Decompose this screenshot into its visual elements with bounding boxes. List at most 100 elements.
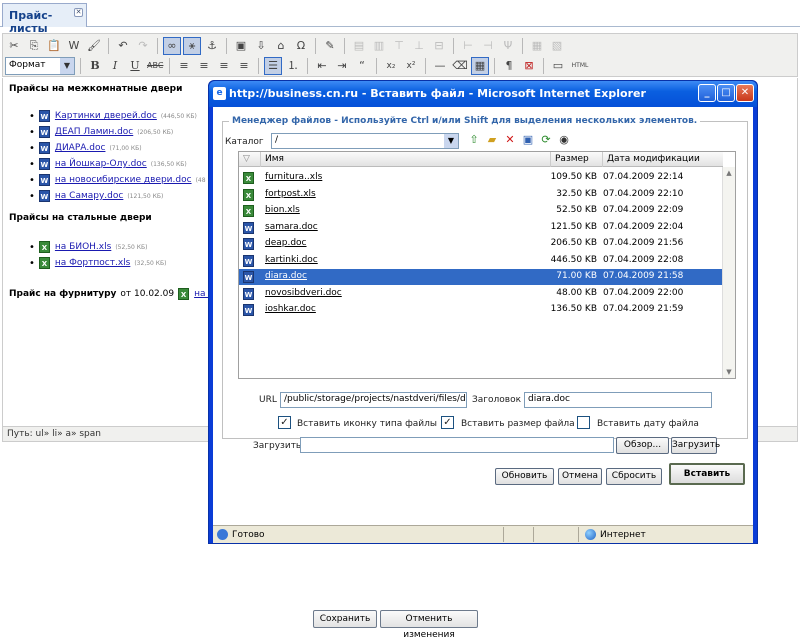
file-name[interactable]: fortpost.xls [265,189,316,199]
file-row[interactable]: Xbion.xls 52.50 KB 07.04.2009 22:09 [239,203,723,219]
underline-icon[interactable]: U [126,57,144,75]
html-source-icon[interactable]: HTML [569,57,591,75]
file-row[interactable]: Wdiara.doc 71.00 KB 07.04.2009 21:58 [239,269,723,285]
column-date[interactable]: Дата модификации [603,152,723,167]
file-name[interactable]: samara.doc [265,222,318,232]
insert-button[interactable]: Вставить [669,463,745,485]
file-name[interactable]: kartinki.doc [265,255,318,265]
insert-icon-checkbox[interactable]: ✓ [278,416,291,429]
maximize-icon[interactable]: □ [717,84,735,102]
outdent-icon[interactable]: ⇤ [313,57,331,75]
indent-icon[interactable]: ⇥ [333,57,351,75]
file-name[interactable]: bion.xls [265,205,300,215]
align-left-icon[interactable]: ≡ [175,57,193,75]
split-cells-icon[interactable]: ▦ [528,37,546,55]
view-icon[interactable]: ◉ [557,133,571,147]
undo-icon[interactable]: ↶ [114,37,132,55]
copy-icon[interactable]: ⎘ [25,37,43,55]
preview-icon[interactable]: ▭ [549,57,567,75]
col-before-icon[interactable]: ⊢ [459,37,477,55]
subscript-icon[interactable]: x₂ [382,57,400,75]
file-row[interactable]: Wdeap.doc 206.50 KB 07.04.2009 21:56 [239,236,723,252]
image-icon[interactable]: ▣ [232,37,250,55]
bold-icon[interactable]: B [86,57,104,75]
scroll-up-icon[interactable]: ▲ [723,167,735,179]
cancel-button[interactable]: Отмена [558,468,602,485]
new-folder-icon[interactable]: ▰ [485,133,499,147]
file-row[interactable]: Wsamara.doc 121.50 KB 07.04.2009 22:04 [239,220,723,236]
file-name[interactable]: deap.doc [265,238,307,248]
properties-icon[interactable]: ▣ [521,133,535,147]
horizontal-rule-icon[interactable]: — [431,57,449,75]
price-link[interactable]: на новосибирские двери.doc [55,175,192,185]
format-select[interactable]: Формат ▼ [5,57,75,75]
insert-date-checkbox[interactable] [577,416,590,429]
minimize-icon[interactable]: _ [698,84,716,102]
redo-icon[interactable]: ↷ [134,37,152,55]
price-link[interactable]: Картинки дверей.doc [55,111,157,121]
row-after-icon[interactable]: ⊥ [410,37,428,55]
reset-button[interactable]: Сбросить [606,468,662,485]
file-row[interactable]: Xfurnitura..xls 109.50 KB 07.04.2009 22:14 [239,170,723,186]
anchor-icon[interactable]: ⚓ [203,37,221,55]
unlink-icon[interactable]: ⚹ [183,37,201,55]
close-icon[interactable]: ✕ [736,84,754,102]
column-size[interactable]: Размер [551,152,603,167]
insert-size-checkbox[interactable]: ✓ [441,416,454,429]
bullet-list-icon[interactable]: ☰ [264,57,282,75]
align-justify-icon[interactable]: ≡ [235,57,253,75]
upload-button[interactable]: Загрузить [671,437,720,454]
price-link[interactable]: на Йошкар-Олу.doc [55,159,147,169]
eraser-icon[interactable]: ⌫ [451,57,469,75]
cut-icon[interactable]: ✂ [5,37,23,55]
align-center-icon[interactable]: ≡ [195,57,213,75]
close-icon[interactable]: ✕ [74,8,83,17]
price-link[interactable]: ДЕАП Ламин.doc [55,127,133,137]
tab-price-lists[interactable]: Прайс-листы ✕ [2,3,87,35]
save-button[interactable]: Сохранить [313,610,377,628]
paste-icon[interactable]: 📋 [45,37,63,55]
col-delete-icon[interactable]: Ψ [499,37,517,55]
browse-button[interactable]: Обзор... [616,437,669,454]
row-delete-icon[interactable]: ⊟ [430,37,448,55]
blockquote-icon[interactable]: “ [353,57,371,75]
price-link[interactable]: ДИАРА.doc [55,143,106,153]
col-after-icon[interactable]: ⊣ [479,37,497,55]
align-right-icon[interactable]: ≡ [215,57,233,75]
strikethrough-icon[interactable]: ABC [146,57,164,75]
superscript-icon[interactable]: x² [402,57,420,75]
column-name[interactable]: Имя [261,152,551,167]
numbered-list-icon[interactable]: ⒈ [284,57,302,75]
refresh-icon[interactable]: ⟳ [539,133,553,147]
file-name[interactable]: diara.doc [265,271,307,281]
window-titlebar[interactable]: e http://business.cn.ru - Вставить файл … [209,81,757,107]
price-link[interactable]: на БИОН.xls [55,242,111,252]
home-icon[interactable]: ⌂ [272,37,290,55]
price-link[interactable]: на Фортпост.xls [55,258,130,268]
revert-button[interactable]: Отменить изменения [380,610,478,639]
edit-icon[interactable]: ✎ [321,37,339,55]
file-name[interactable]: furnitura..xls [265,172,322,182]
table-props-icon[interactable]: ▥ [370,37,388,55]
italic-icon[interactable]: I [106,57,124,75]
row-before-icon[interactable]: ⊤ [390,37,408,55]
merge-cells-icon[interactable]: ▧ [548,37,566,55]
file-row[interactable]: Wkartinki.doc 446.50 KB 07.04.2009 22:08 [239,253,723,269]
folder-up-icon[interactable]: ⇧ [467,133,481,147]
special-char-icon[interactable]: Ω [292,37,310,55]
pilcrow-icon[interactable]: ¶ [500,57,518,75]
upload-file-field[interactable] [300,437,614,453]
scroll-down-icon[interactable]: ▼ [723,366,735,378]
price-link[interactable]: на Самару.doc [55,191,123,201]
vertical-scrollbar[interactable]: ▲ ▼ [722,167,735,378]
link-icon[interactable]: ∞ [163,37,181,55]
file-row[interactable]: Xfortpost.xls 32.50 KB 07.04.2009 22:10 [239,187,723,203]
spellcheck-icon[interactable]: ⊠ [520,57,538,75]
table-icon[interactable]: ▤ [350,37,368,55]
file-name[interactable]: novosibdveri.doc [265,288,342,298]
clean-icon[interactable]: 🖌 [85,37,103,55]
file-name[interactable]: ioshkar.doc [265,304,316,314]
file-row[interactable]: Wnovosibdveri.doc 48.00 KB 07.04.2009 22:0… [239,286,723,302]
file-row[interactable]: Wioshkar.doc 136.50 KB 07.04.2009 21:59 [239,302,723,318]
heading-field[interactable]: diara.doc [524,392,712,408]
